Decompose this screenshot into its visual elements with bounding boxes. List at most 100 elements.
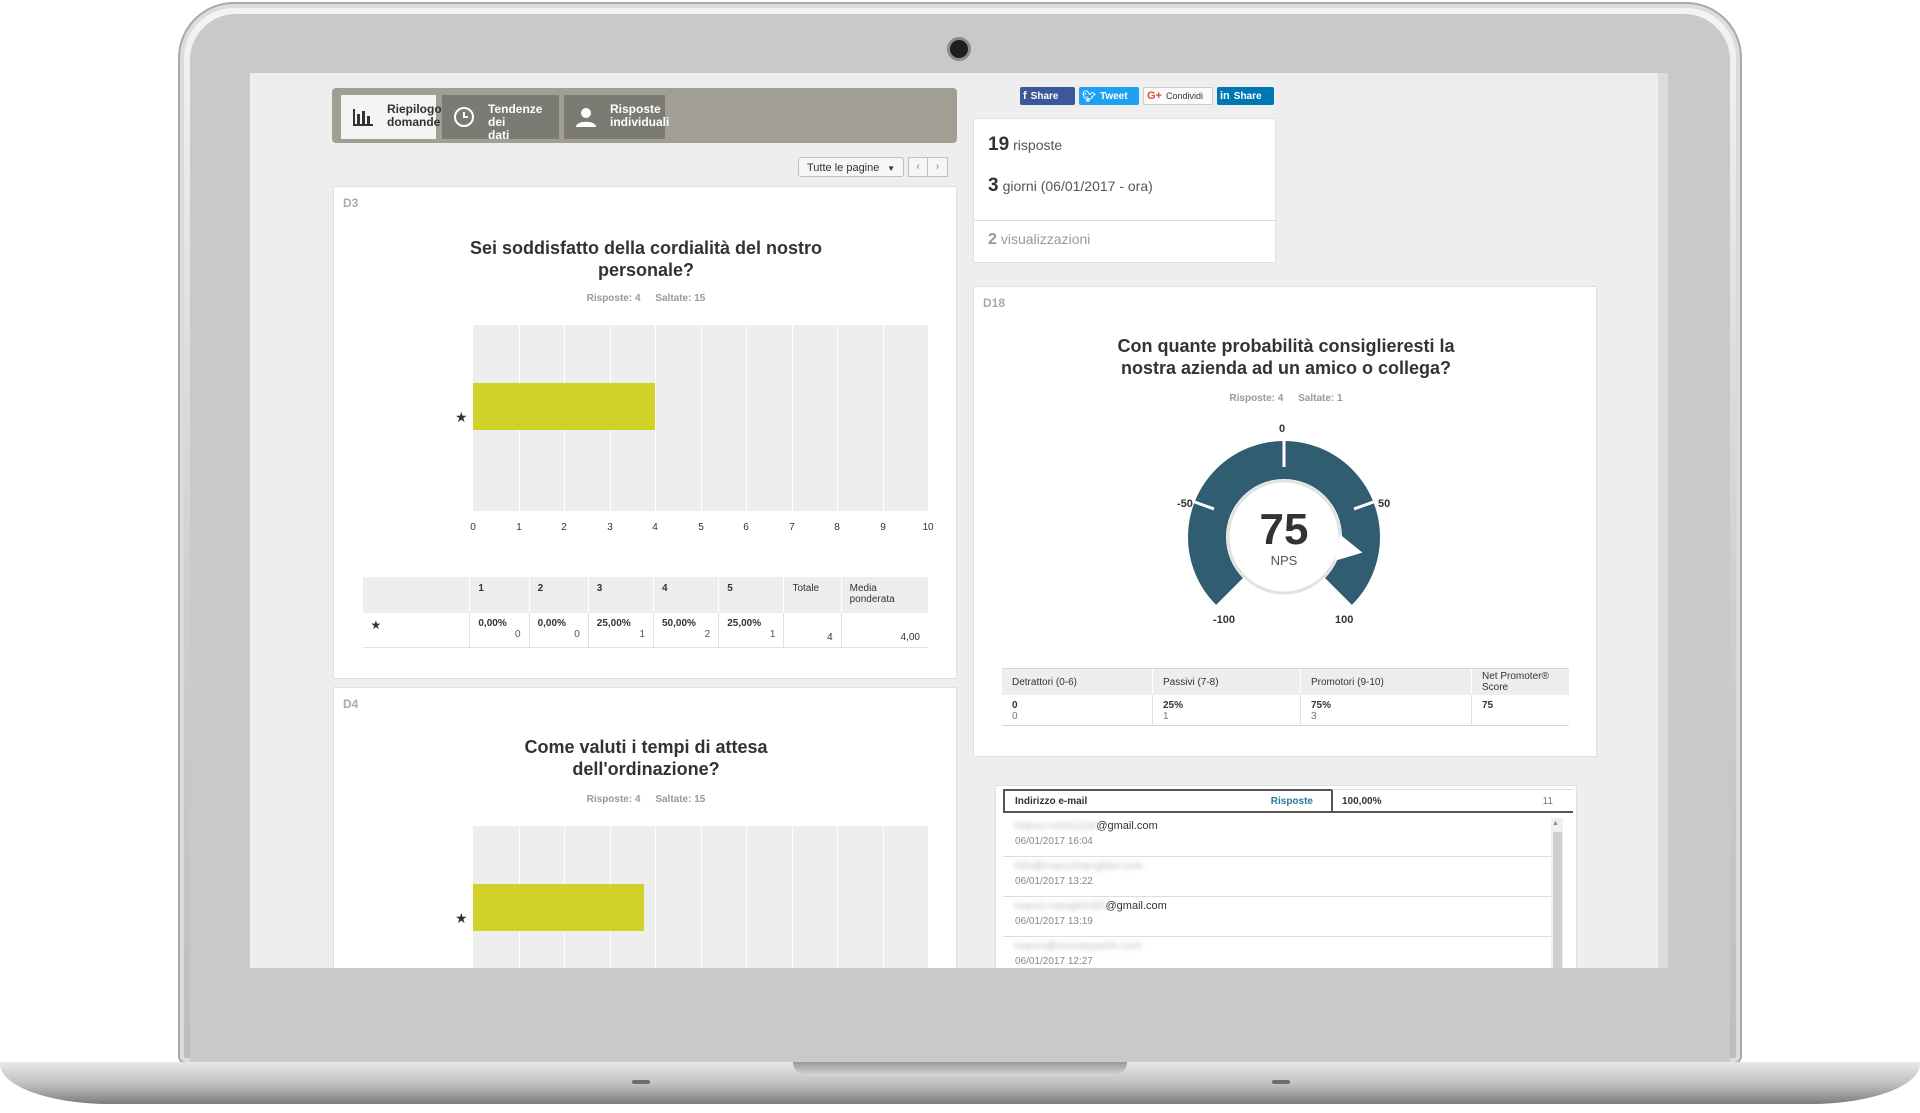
question-card-d18: D18 Con quante probabilità consiglierest…: [973, 286, 1597, 757]
next-page-button[interactable]: ›: [928, 157, 948, 177]
question-title: Sei soddisfatto della cordialità del nos…: [334, 237, 958, 281]
email-timestamp: 06/01/2017 13:19: [1015, 916, 1093, 927]
google-plus-icon: G+: [1147, 90, 1162, 102]
gauge-label-minus100: -100: [1213, 614, 1236, 626]
table-row: ★ 0,00% 0 0,00% 0 25,00% 1 50,00% 2 25,00% 1 …: [362, 613, 928, 648]
google-share-button[interactable]: G+ Condividi: [1143, 87, 1213, 105]
bar-chart: [473, 826, 928, 968]
table-cell: 50,00% 2: [652, 613, 719, 648]
cell-count: 2: [704, 629, 711, 640]
gridline: [837, 325, 838, 511]
weighted-average-cell: 4,00: [840, 613, 928, 648]
linkedin-share-label: Share: [1233, 90, 1262, 102]
table-cell: 75: [1471, 695, 1569, 726]
gridline: [655, 826, 656, 968]
cell-value: 75: [1482, 700, 1494, 711]
page-select[interactable]: Tutte le pagine ▼: [798, 157, 904, 177]
question-title-line1: Sei soddisfatto della cordialità del nos…: [469, 238, 823, 258]
laptop-hinge-notch: [793, 1062, 1127, 1076]
gridline: [746, 325, 747, 511]
question-title: Come valuti i tempi di attesa dell'ordin…: [334, 736, 958, 780]
days-count: 3: [988, 175, 999, 196]
prev-page-button[interactable]: ‹: [908, 157, 928, 177]
facebook-share-button[interactable]: f Share: [1020, 87, 1075, 105]
user-icon: [576, 108, 596, 127]
question-card-d4: D4 Come valuti i tempi di attesa dell'or…: [333, 687, 957, 968]
tab-riepilogo-domande[interactable]: Riepilogo domande: [341, 95, 442, 139]
question-title-line1: Con quante probabilità consiglieresti la: [1117, 336, 1455, 356]
days-label: giorni (06/01/2017 - ora): [1002, 178, 1153, 194]
email-address: marco@ssurveywork.com: [1015, 940, 1142, 952]
question-id: D18: [983, 296, 1006, 310]
twitter-tweet-button[interactable]: 🐦︎ Tweet: [1079, 87, 1139, 105]
tab-tendenze-dati[interactable]: Tendenze dei dati: [442, 95, 559, 142]
chevron-down-icon: ▼: [887, 164, 895, 173]
email-domain: @gmail.com: [1096, 820, 1158, 832]
table-cell: 0,00% 0: [528, 613, 589, 648]
facebook-share-label: Share: [1030, 90, 1059, 102]
bar: [473, 884, 644, 931]
screen: Riepilogo domande Tendenze dei dati Risp…: [250, 73, 1668, 968]
cell-count: 1: [639, 629, 645, 640]
email-list-item: marco@ssurveywork.com 06/01/2017 12:27: [1003, 936, 1553, 968]
skipped-count: Saltate: 15: [655, 794, 706, 805]
tab-risposte-individuali[interactable]: Risposte individuali: [564, 95, 669, 139]
scrollbar-thumb[interactable]: [1553, 832, 1562, 968]
cell-count: 0: [515, 629, 521, 640]
skipped-count: Saltate: 15: [655, 293, 706, 304]
column-header: 4: [652, 577, 719, 613]
email-responses-link[interactable]: Risposte: [1271, 796, 1313, 807]
days-summary: 3 giorni (06/01/2017 - ora): [988, 175, 1153, 197]
cell-percent: 25,00%: [596, 618, 631, 629]
gridline: [792, 325, 793, 511]
question-title: Con quante probabilità consiglieresti la…: [974, 335, 1598, 379]
question-meta: Risposte: 4 Saltate: 15: [334, 293, 958, 304]
gauge-label-100: 100: [1335, 614, 1354, 626]
webcam: [950, 40, 968, 58]
email-list-item: marco.menghini90@gmail.com 06/01/2017 13…: [1003, 896, 1553, 937]
gridline: [883, 826, 884, 968]
table-cell: 25,00% 1: [587, 613, 654, 648]
email-timestamp: 06/01/2017 12:27: [1015, 956, 1093, 967]
scroll-up-arrow-icon[interactable]: ▲: [1552, 820, 1559, 827]
cell-value: 0: [1012, 700, 1018, 711]
cell-count: 0: [1012, 711, 1018, 722]
clock-icon: [454, 107, 474, 127]
x-tick-label: 6: [743, 522, 749, 533]
question-title-line2: nostra azienda ad un amico o collega?: [1120, 358, 1452, 378]
results-table: 1 2 3 4 5 Totale Media ponderata ★ 0,00%…: [361, 577, 928, 648]
x-tick-label: 1: [516, 522, 522, 533]
page-select-value: Tutte le pagine: [807, 162, 880, 174]
answered-count: Risposte: 4: [586, 794, 641, 805]
responses-summary: 19 risposte: [988, 134, 1062, 156]
email-address: marco.rossi1234@gmail.com: [1015, 820, 1158, 832]
responses-label: risposte: [1013, 137, 1063, 153]
views-label: visualizzazioni: [1000, 231, 1091, 247]
question-id: D4: [343, 697, 359, 711]
column-header: Detrattori (0-6): [1002, 668, 1153, 695]
question-meta: Risposte: 4 Saltate: 15: [334, 794, 958, 805]
cell-count: 0: [574, 629, 580, 640]
nps-caption: NPS: [1270, 553, 1298, 568]
question-id: D3: [343, 196, 359, 210]
email-list-item: marco.rossi1234@gmail.com 06/01/2017 16:…: [1003, 816, 1553, 857]
tab-label-line2: domande: [387, 115, 441, 129]
nps-table: Detrattori (0-6) Passivi (7-8) Promotori…: [1002, 668, 1569, 726]
gridline: [701, 325, 702, 511]
x-tick-label: 4: [652, 522, 658, 533]
table-cell: 25,00% 1: [718, 613, 784, 648]
linkedin-share-button[interactable]: in Share: [1217, 87, 1274, 105]
gridline: [701, 826, 702, 968]
cell-count: 1: [769, 629, 776, 640]
table-cell: 75% 3: [1300, 695, 1472, 726]
gridline: [655, 325, 656, 511]
views-summary: 2 visualizzazioni: [988, 231, 1090, 249]
responses-count: 19: [988, 134, 1010, 155]
column-header: Promotori (9-10): [1300, 668, 1472, 695]
table-cell: 00: [1002, 695, 1153, 726]
column-header: Media ponderata: [840, 577, 928, 613]
x-tick-label: 3: [607, 522, 613, 533]
gauge-label-0: 0: [1279, 423, 1286, 435]
column-header: 3: [587, 577, 654, 613]
bar-row-label: ★: [455, 409, 468, 425]
